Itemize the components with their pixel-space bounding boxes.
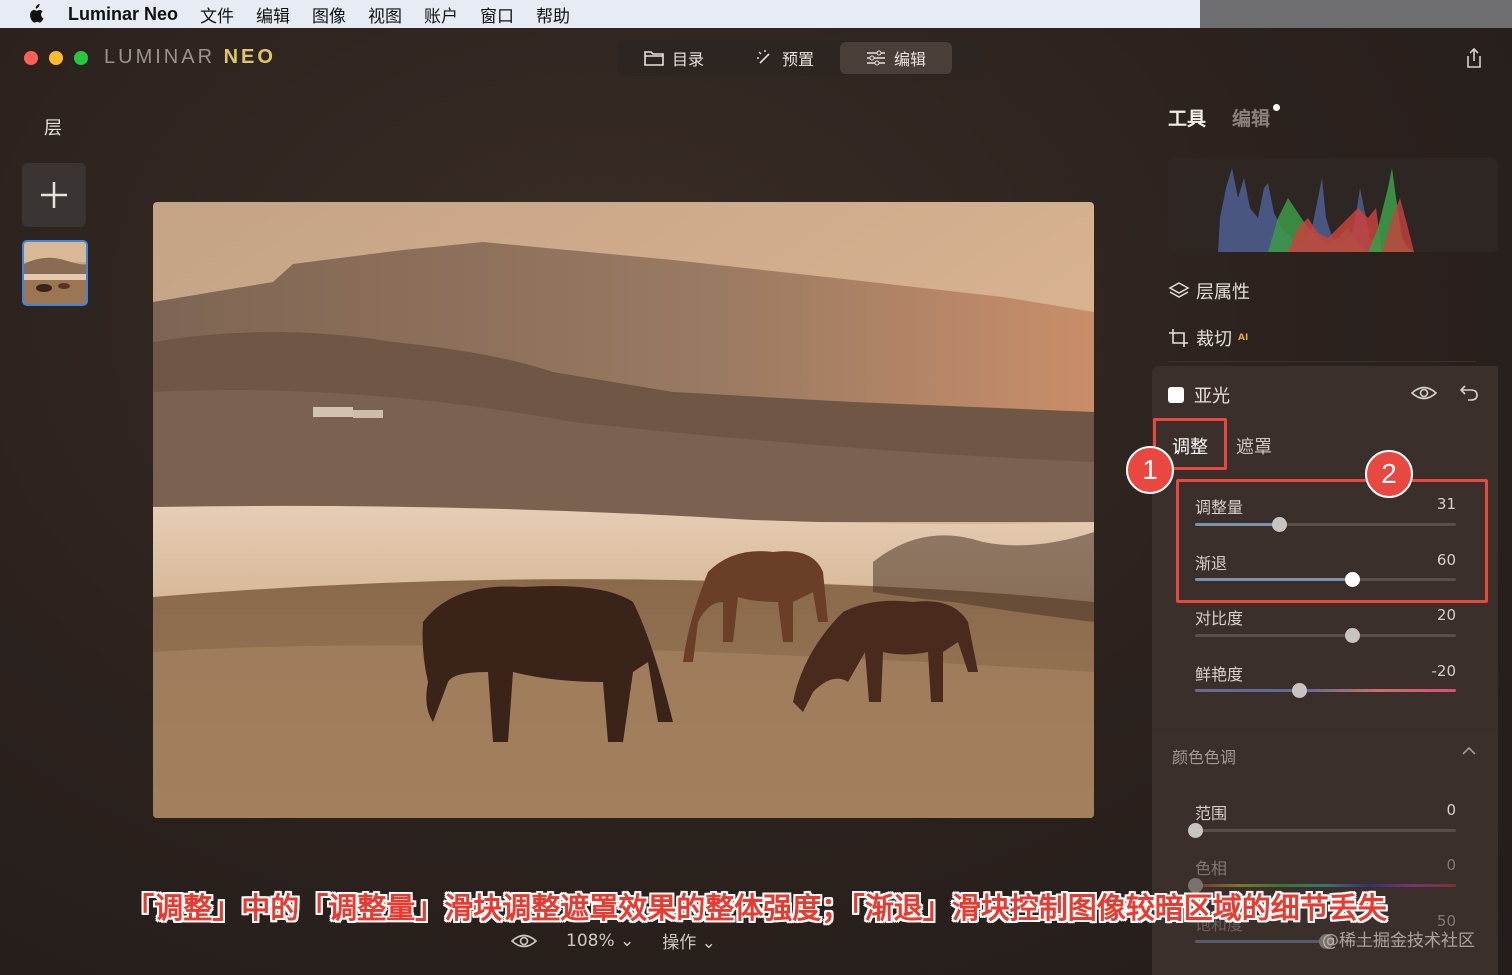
- actions-label: 操作: [662, 933, 697, 953]
- chevron-up-icon[interactable]: [1462, 746, 1476, 756]
- tab-presets-label: 预置: [782, 50, 815, 69]
- eye-icon[interactable]: [510, 932, 538, 950]
- crop-icon: [1169, 329, 1188, 347]
- slider-hue-label: 色相: [1195, 859, 1228, 878]
- sliders-icon: [867, 50, 886, 66]
- slider-range-label: 范围: [1195, 804, 1228, 823]
- tab-edit[interactable]: 编辑: [840, 42, 953, 74]
- title-bar: LUMINAR NEO 目录 预置 编辑: [0, 28, 1512, 90]
- tab-edit-label: 编辑: [894, 50, 927, 69]
- layer-properties-label: 层属性: [1196, 282, 1250, 303]
- annotation-box-sliders: [1176, 479, 1488, 603]
- tab-presets[interactable]: 预置: [730, 42, 840, 74]
- slider-range-knob[interactable]: [1188, 823, 1203, 838]
- tab-catalog-label: 目录: [672, 50, 705, 69]
- slider-contrast-label: 对比度: [1195, 609, 1244, 628]
- histogram-graph: [1168, 158, 1498, 252]
- close-window-button[interactable]: [24, 51, 38, 65]
- zoom-window-button[interactable]: [74, 51, 88, 65]
- reset-undo-icon[interactable]: [1458, 382, 1480, 404]
- menu-item-account[interactable]: 账户: [424, 2, 458, 27]
- histogram: [1168, 158, 1498, 252]
- slider-hue-value: 0: [1446, 856, 1456, 874]
- slider-vibrance-label: 鲜艳度: [1195, 665, 1244, 684]
- ai-badge: AI: [1238, 333, 1249, 343]
- menu-item-edit[interactable]: 编辑: [256, 2, 290, 27]
- menu-bar: Luminar Neo 文件 编辑 图像 视图 账户 窗口 帮助: [0, 0, 1200, 28]
- matte-enable-checkbox[interactable]: [1168, 387, 1184, 403]
- actions-dropdown[interactable]: 操作 ⌄: [662, 928, 716, 953]
- slider-contrast-knob[interactable]: [1345, 628, 1360, 643]
- menubar-right-area: [1200, 0, 1512, 28]
- slider-contrast[interactable]: [1195, 628, 1456, 643]
- layer-thumbnail-image: [24, 242, 86, 304]
- folder-icon: [644, 51, 664, 66]
- landscape-photo: [153, 202, 1094, 818]
- matte-header[interactable]: 亚光: [1168, 382, 1230, 408]
- menu-item-view[interactable]: 视图: [368, 2, 402, 27]
- slider-range[interactable]: [1188, 823, 1456, 838]
- slider-vibrance-knob[interactable]: [1292, 683, 1307, 698]
- crop-label: 裁切: [1196, 329, 1232, 350]
- menu-item-file[interactable]: 文件: [200, 2, 234, 27]
- annotation-caption: 「调整」中的「调整量」滑块调整遮罩效果的整体强度；「渐退」滑块控制图像较暗区域的…: [125, 891, 1387, 925]
- divider: [1168, 361, 1476, 362]
- slider-contrast-value: 20: [1436, 606, 1456, 624]
- divider: [1152, 733, 1498, 734]
- tab-catalog[interactable]: 目录: [618, 42, 730, 74]
- menu-item-help[interactable]: 帮助: [536, 2, 570, 27]
- zoom-level: 108%: [566, 930, 615, 951]
- app-logo: LUMINAR NEO: [104, 46, 276, 69]
- add-layer-button[interactable]: [22, 163, 86, 227]
- menu-item-image[interactable]: 图像: [312, 2, 346, 27]
- matte-title: 亚光: [1194, 386, 1230, 407]
- layers-icon: [1168, 282, 1190, 298]
- tab-edits-label: 编辑: [1232, 108, 1271, 130]
- color-tone-section-title[interactable]: 颜色色调: [1172, 744, 1236, 768]
- slider-vibrance[interactable]: [1195, 683, 1456, 698]
- layer-thumbnail[interactable]: [22, 240, 88, 306]
- brand-accent: NEO: [223, 46, 276, 68]
- brand-main: LUMINAR: [104, 46, 216, 68]
- photo-canvas[interactable]: [153, 202, 1094, 818]
- bottom-toolbar: 108% ⌄ 操作 ⌄: [510, 928, 716, 953]
- annotation-marker-2: 2: [1365, 450, 1413, 498]
- slider-range-value: 0: [1446, 801, 1456, 819]
- tab-edits[interactable]: 编辑: [1232, 104, 1281, 131]
- zoom-dropdown[interactable]: 108% ⌄: [566, 931, 634, 951]
- magic-wand-icon: [757, 50, 770, 64]
- menu-app-name[interactable]: Luminar Neo: [68, 4, 178, 25]
- menu-item-window[interactable]: 窗口: [480, 2, 514, 27]
- slider-vibrance-value: -20: [1431, 662, 1457, 680]
- crop-row[interactable]: 裁切 AI: [1168, 325, 1248, 351]
- annotation-marker-1: 1: [1126, 446, 1174, 494]
- layers-title: 层: [44, 118, 62, 139]
- share-icon[interactable]: [1462, 46, 1486, 70]
- apple-logo-icon[interactable]: [26, 4, 44, 24]
- tab-tools[interactable]: 工具: [1168, 104, 1206, 131]
- edits-indicator-dot: [1273, 104, 1281, 111]
- minimize-window-button[interactable]: [49, 51, 63, 65]
- watermark: @稀土掘金技术社区: [1322, 931, 1475, 951]
- plus-icon: [41, 182, 67, 208]
- subtab-mask[interactable]: 遮罩: [1236, 433, 1272, 459]
- app-window: LUMINAR NEO 目录 预置 编辑 层 108% ⌄ 操作 ⌄ 工具 编辑…: [0, 28, 1512, 975]
- layer-properties-row[interactable]: 层属性: [1168, 278, 1250, 304]
- visibility-eye-icon[interactable]: [1410, 384, 1438, 402]
- right-panel-tabs: 工具 编辑: [1168, 104, 1281, 131]
- mode-switcher: 目录 预置 编辑: [618, 40, 980, 76]
